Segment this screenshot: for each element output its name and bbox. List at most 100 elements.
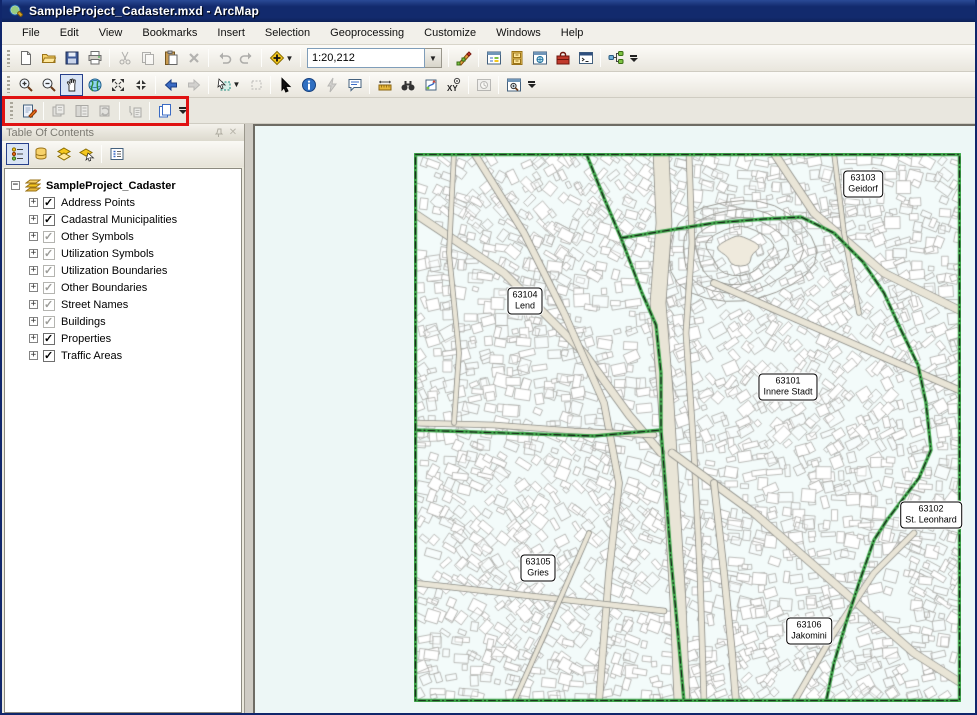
menu-selection[interactable]: Selection xyxy=(255,24,320,42)
toc-layer-item[interactable]: Street Names xyxy=(5,296,241,313)
expand-expander[interactable] xyxy=(29,232,38,241)
menu-customize[interactable]: Customize xyxy=(414,24,486,42)
hyperlink-button[interactable] xyxy=(320,74,343,96)
expand-expander[interactable] xyxy=(29,249,38,258)
print-button[interactable] xyxy=(83,47,106,69)
export-pages-button[interactable] xyxy=(153,100,176,122)
toc-options-button[interactable] xyxy=(105,143,128,165)
expand-expander[interactable] xyxy=(29,198,38,207)
title-bar[interactable]: SampleProject_Cadaster.mxd - ArcMap xyxy=(2,0,975,22)
fixed-zoom-out-button[interactable] xyxy=(129,74,152,96)
python-window-button[interactable] xyxy=(574,47,597,69)
list-by-visibility-button[interactable] xyxy=(52,143,75,165)
layer-visibility-checkbox[interactable] xyxy=(43,231,55,243)
model-builder-button[interactable] xyxy=(604,47,627,69)
new-map-file-button[interactable] xyxy=(14,47,37,69)
menu-geoprocessing[interactable]: Geoprocessing xyxy=(320,24,414,42)
menu-edit[interactable]: Edit xyxy=(50,24,89,42)
field-page-text-button[interactable] xyxy=(123,100,146,122)
toolbar-options-button[interactable] xyxy=(177,101,188,121)
menu-help[interactable]: Help xyxy=(551,24,594,42)
create-viewer-window-button[interactable] xyxy=(502,74,525,96)
fixed-zoom-in-button[interactable] xyxy=(106,74,129,96)
toolbar-options-button[interactable] xyxy=(628,48,639,68)
map-view[interactable]: 63103Geidorf63104Lend63101Innere Stadt63… xyxy=(253,124,977,715)
zoom-out-button[interactable] xyxy=(37,74,60,96)
expand-expander[interactable] xyxy=(29,266,38,275)
toc-layer-item[interactable]: Buildings xyxy=(5,313,241,330)
list-by-drawing-order-button[interactable] xyxy=(6,143,29,165)
paste-button[interactable] xyxy=(159,47,182,69)
map-data-frame[interactable]: 63103Geidorf63104Lend63101Innere Stadt63… xyxy=(414,153,961,702)
select-elements-button[interactable] xyxy=(274,74,297,96)
editor-toolbar-button[interactable] xyxy=(452,47,475,69)
cut-button[interactable] xyxy=(113,47,136,69)
menu-file[interactable]: File xyxy=(12,24,50,42)
open-button[interactable] xyxy=(37,47,60,69)
menu-bookmarks[interactable]: Bookmarks xyxy=(132,24,207,42)
find-button[interactable] xyxy=(396,74,419,96)
go-back-extent-button[interactable] xyxy=(159,74,182,96)
list-by-selection-button[interactable] xyxy=(75,143,98,165)
list-by-source-button[interactable] xyxy=(29,143,52,165)
time-slider-button[interactable] xyxy=(472,74,495,96)
layer-visibility-checkbox[interactable] xyxy=(43,316,55,328)
menu-windows[interactable]: Windows xyxy=(486,24,551,42)
layer-visibility-checkbox[interactable] xyxy=(43,333,55,345)
expand-expander[interactable] xyxy=(29,317,38,326)
layer-visibility-checkbox[interactable] xyxy=(43,214,55,226)
measure-button[interactable] xyxy=(373,74,396,96)
toc-header[interactable]: Table Of Contents ✕ xyxy=(2,124,244,141)
layer-visibility-checkbox[interactable] xyxy=(43,197,55,209)
cadastral-map-canvas[interactable] xyxy=(414,153,961,702)
toc-layer-item[interactable]: Properties xyxy=(5,330,241,347)
menu-insert[interactable]: Insert xyxy=(207,24,255,42)
collapse-expander[interactable] xyxy=(11,181,20,190)
close-icon[interactable]: ✕ xyxy=(226,126,240,139)
toolbar-grip[interactable] xyxy=(7,76,10,93)
arctoolbox-window-button[interactable] xyxy=(551,47,574,69)
table-of-contents-window-button[interactable] xyxy=(482,47,505,69)
undo-button[interactable] xyxy=(212,47,235,69)
expand-expander[interactable] xyxy=(29,300,38,309)
page-definition-button[interactable] xyxy=(47,100,70,122)
identify-button[interactable] xyxy=(297,74,320,96)
pin-icon[interactable] xyxy=(212,126,226,139)
data-driven-page-setup-button[interactable] xyxy=(17,100,40,122)
page-list-button[interactable] xyxy=(70,100,93,122)
html-popup-button[interactable] xyxy=(343,74,366,96)
toc-layer-item[interactable]: Address Points xyxy=(5,194,241,211)
layer-visibility-checkbox[interactable] xyxy=(43,248,55,260)
find-route-button[interactable] xyxy=(419,74,442,96)
layer-visibility-checkbox[interactable] xyxy=(43,265,55,277)
expand-expander[interactable] xyxy=(29,283,38,292)
toc-layer-item[interactable]: Other Boundaries xyxy=(5,279,241,296)
toc-root-item[interactable]: SampleProject_Cadaster xyxy=(5,177,241,194)
search-window-button[interactable] xyxy=(528,47,551,69)
toolbar-grip[interactable] xyxy=(7,50,10,67)
toc-layer-item[interactable]: Traffic Areas xyxy=(5,347,241,364)
go-forward-extent-button[interactable] xyxy=(182,74,205,96)
select-features-button[interactable]: ▼ xyxy=(212,74,244,96)
toc-layer-item[interactable]: Other Symbols xyxy=(5,228,241,245)
toolbar-options-button[interactable] xyxy=(526,75,537,95)
clear-selected-features-button[interactable] xyxy=(244,74,267,96)
add-data-button[interactable]: ▼ xyxy=(265,47,297,69)
map-scale-input[interactable] xyxy=(307,48,425,68)
map-scale-dropdown-button[interactable]: ▼ xyxy=(425,48,442,68)
zoom-in-button[interactable] xyxy=(14,74,37,96)
menu-view[interactable]: View xyxy=(89,24,133,42)
copy-button[interactable] xyxy=(136,47,159,69)
redo-button[interactable] xyxy=(235,47,258,69)
refresh-pages-button[interactable] xyxy=(93,100,116,122)
catalog-window-button[interactable] xyxy=(505,47,528,69)
layer-visibility-checkbox[interactable] xyxy=(43,299,55,311)
delete-button[interactable] xyxy=(182,47,205,69)
expand-expander[interactable] xyxy=(29,215,38,224)
toc-layer-item[interactable]: Utilization Symbols xyxy=(5,245,241,262)
toc-layer-item[interactable]: Utilization Boundaries xyxy=(5,262,241,279)
toolbar-grip[interactable] xyxy=(10,102,13,119)
layer-visibility-checkbox[interactable] xyxy=(43,282,55,294)
toc-layer-item[interactable]: Cadastral Municipalities xyxy=(5,211,241,228)
save-button[interactable] xyxy=(60,47,83,69)
